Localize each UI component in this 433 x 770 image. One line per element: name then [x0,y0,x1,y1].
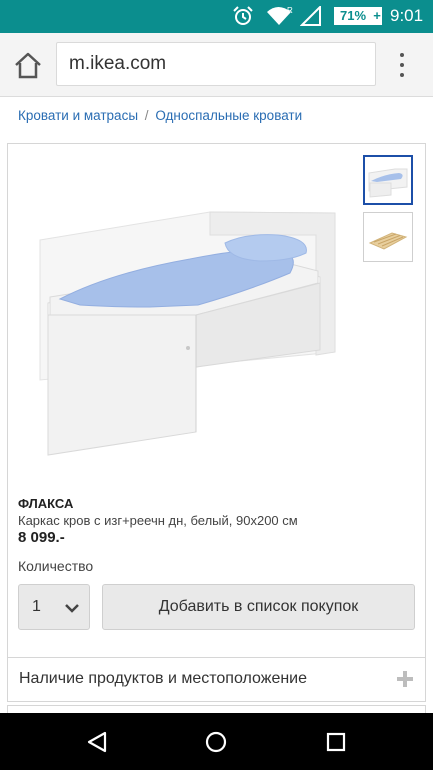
product-name[interactable]: ФЛАКСА [18,496,73,511]
breadcrumb-beds-mattresses[interactable]: Кровати и матрасы [18,108,138,123]
quantity-value: 1 [32,598,41,615]
breadcrumb-single-beds[interactable]: Односпальные кровати [155,108,302,123]
charging-indicator: + [372,7,382,25]
wifi-icon: R [267,6,293,25]
url-bar[interactable]: m.ikea.com [56,42,376,86]
plus-icon[interactable] [397,671,413,687]
product-main-image[interactable] [20,155,360,485]
breadcrumb: Кровати и матрасы / Односпальные кровати [18,108,302,123]
product-description: Каркас кров с изг+реечн дн, белый, 90x20… [18,513,298,528]
home-icon[interactable] [12,50,44,80]
battery-level: 71% [339,8,367,23]
availability-row[interactable]: Наличие продуктов и местоположение [7,657,426,702]
breadcrumb-separator: / [144,108,149,123]
quantity-select[interactable]: 1 [18,584,90,630]
availability-label: Наличие продуктов и местоположение [19,670,308,687]
next-section-card [7,705,426,713]
url-text: m.ikea.com [69,53,167,74]
quantity-label: Количество [18,558,94,574]
home-nav-icon[interactable] [204,730,228,754]
back-icon[interactable] [85,730,109,754]
navigation-bar [0,713,433,770]
add-to-shopping-list-button[interactable]: Добавить в список покупок [102,584,415,630]
clock: 9:01 [390,6,424,25]
bed-frame-thumbnail-image [368,168,408,198]
chevron-down-icon [65,604,79,613]
battery-icon: 71% [334,7,372,25]
overflow-menu-icon[interactable] [392,51,412,79]
slatted-base-thumbnail[interactable] [363,212,413,262]
slatted-base-thumbnail-image [368,232,408,250]
signal-icon [300,6,321,26]
browser-toolbar: m.ikea.com [0,33,433,97]
alarm-icon [233,6,253,25]
bed-frame-thumbnail[interactable] [363,155,413,205]
roaming-mark: R [287,6,293,15]
recent-apps-icon[interactable] [324,730,348,754]
product-price: 8 099.- [18,529,65,546]
status-bar: R 71% + 9:01 [0,0,433,33]
